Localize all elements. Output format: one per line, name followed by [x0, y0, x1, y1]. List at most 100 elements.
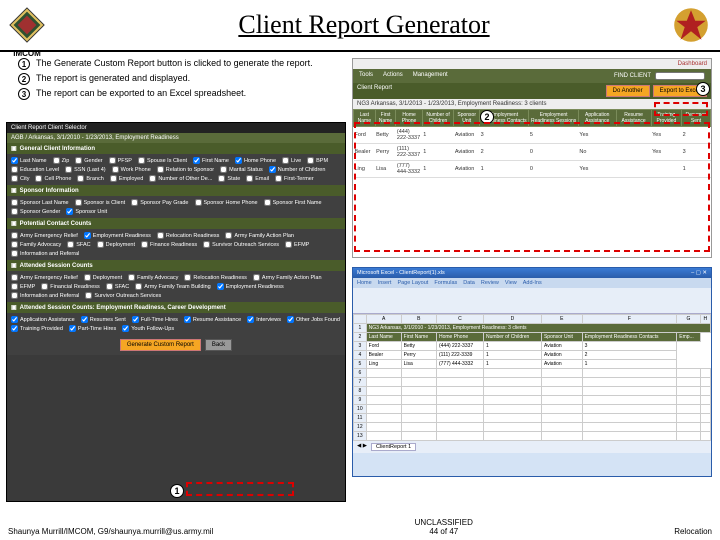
- excel-row[interactable]: 4BealerPerry(111) 222-33391Aviation2: [354, 351, 711, 360]
- checkbox-input[interactable]: [11, 325, 18, 332]
- checkbox-input[interactable]: [77, 175, 84, 182]
- checkbox-option[interactable]: Sponsor First Name: [264, 199, 322, 206]
- ribbon-tab[interactable]: Insert: [378, 280, 392, 286]
- checkbox-option[interactable]: Sponsor Unit: [66, 208, 107, 215]
- checkbox-option[interactable]: BPM: [307, 157, 328, 164]
- checkbox-option[interactable]: Zip: [53, 157, 70, 164]
- checkbox-option[interactable]: Relation to Sponsor: [157, 166, 214, 173]
- checkbox-input[interactable]: [53, 157, 60, 164]
- checkbox-option[interactable]: Family Advocacy: [128, 274, 178, 281]
- checkbox-input[interactable]: [184, 316, 191, 323]
- checkbox-input[interactable]: [11, 274, 18, 281]
- menu-management[interactable]: Management: [413, 72, 448, 80]
- checkbox-option[interactable]: Email: [246, 175, 269, 182]
- checkbox-option[interactable]: Live: [282, 157, 301, 164]
- excel-grid[interactable]: ABCDEFGH 1NG3 Arkansas, 3/1/2010 - 1/23/…: [353, 314, 711, 441]
- checkbox-input[interactable]: [81, 316, 88, 323]
- checkbox-input[interactable]: [11, 199, 18, 206]
- checkbox-input[interactable]: [11, 232, 18, 239]
- checkbox-input[interactable]: [84, 274, 91, 281]
- dashboard-link[interactable]: Dashboard: [678, 61, 707, 67]
- checkbox-option[interactable]: Youth Follow-Ups: [122, 325, 174, 332]
- checkbox-option[interactable]: Resumes Sent: [81, 316, 126, 323]
- checkbox-input[interactable]: [203, 241, 210, 248]
- checkbox-option[interactable]: Information and Referral: [11, 292, 79, 299]
- checkbox-input[interactable]: [135, 283, 142, 290]
- checkbox-option[interactable]: Sponsor Last Name: [11, 199, 69, 206]
- checkbox-input[interactable]: [132, 316, 139, 323]
- ribbon-tab[interactable]: View: [505, 280, 517, 286]
- section-potential-contact-counts[interactable]: ▣Potential Contact Counts: [7, 218, 345, 229]
- checkbox-input[interactable]: [138, 157, 145, 164]
- checkbox-input[interactable]: [97, 241, 104, 248]
- checkbox-option[interactable]: Interviews: [247, 316, 281, 323]
- checkbox-input[interactable]: [11, 208, 18, 215]
- checkbox-option[interactable]: First Name: [193, 157, 229, 164]
- checkbox-input[interactable]: [65, 166, 72, 173]
- checkbox-option[interactable]: Part-Time Hires: [69, 325, 116, 332]
- checkbox-option[interactable]: Sponsor Gender: [11, 208, 60, 215]
- checkbox-input[interactable]: [282, 157, 289, 164]
- checkbox-input[interactable]: [75, 157, 82, 164]
- menu-actions[interactable]: Actions: [383, 72, 403, 80]
- checkbox-input[interactable]: [285, 241, 292, 248]
- checkbox-option[interactable]: Financial Readiness: [41, 283, 100, 290]
- excel-row[interactable]: 5LingLisa(777) 444-33321Aviation1: [354, 360, 711, 369]
- checkbox-input[interactable]: [307, 157, 314, 164]
- section-employment-readiness-career[interactable]: ▣Attended Session Counts: Employment Rea…: [7, 302, 345, 313]
- checkbox-option[interactable]: Finance Readiness: [141, 241, 197, 248]
- checkbox-option[interactable]: Education Level: [11, 166, 59, 173]
- checkbox-option[interactable]: Training Provided: [11, 325, 63, 332]
- checkbox-input[interactable]: [128, 274, 135, 281]
- checkbox-input[interactable]: [149, 175, 156, 182]
- checkbox-option[interactable]: Other Jobs Found: [287, 316, 340, 323]
- checkbox-input[interactable]: [195, 199, 202, 206]
- back-button[interactable]: Back: [205, 339, 232, 351]
- section-general-client-info[interactable]: ▣General Client Information: [7, 143, 345, 154]
- window-controls[interactable]: – ▢ ✕: [691, 270, 707, 276]
- do-another-button[interactable]: Do Another: [606, 85, 650, 97]
- checkbox-input[interactable]: [264, 199, 271, 206]
- checkbox-option[interactable]: SFAC: [106, 283, 129, 290]
- checkbox-input[interactable]: [287, 316, 294, 323]
- checkbox-input[interactable]: [67, 241, 74, 248]
- checkbox-input[interactable]: [218, 175, 225, 182]
- checkbox-input[interactable]: [11, 175, 18, 182]
- checkbox-input[interactable]: [85, 292, 92, 299]
- checkbox-input[interactable]: [275, 175, 282, 182]
- checkbox-input[interactable]: [41, 283, 48, 290]
- checkbox-option[interactable]: Employment Readiness: [217, 283, 284, 290]
- checkbox-option[interactable]: Spouse Is Client: [138, 157, 187, 164]
- checkbox-option[interactable]: Resume Assistance: [184, 316, 241, 323]
- checkbox-option[interactable]: Number of Other De...: [149, 175, 212, 182]
- checkbox-input[interactable]: [66, 208, 73, 215]
- ribbon-tab[interactable]: Review: [481, 280, 499, 286]
- checkbox-option[interactable]: State: [218, 175, 240, 182]
- checkbox-input[interactable]: [269, 166, 276, 173]
- checkbox-option[interactable]: Relocation Readiness: [157, 232, 220, 239]
- checkbox-option[interactable]: EFMP: [285, 241, 309, 248]
- checkbox-option[interactable]: Last Name: [11, 157, 47, 164]
- checkbox-option[interactable]: Army Emergency Relief: [11, 232, 78, 239]
- checkbox-option[interactable]: Full-Time Hires: [132, 316, 178, 323]
- sheet-tab[interactable]: ClientReport 1: [371, 443, 416, 451]
- checkbox-input[interactable]: [11, 241, 18, 248]
- checkbox-option[interactable]: Sponsor is Client: [75, 199, 126, 206]
- checkbox-input[interactable]: [35, 175, 42, 182]
- checkbox-input[interactable]: [157, 166, 164, 173]
- menu-tools[interactable]: Tools: [359, 72, 373, 80]
- checkbox-input[interactable]: [184, 274, 191, 281]
- checkbox-input[interactable]: [11, 157, 18, 164]
- checkbox-input[interactable]: [11, 316, 18, 323]
- checkbox-input[interactable]: [217, 283, 224, 290]
- checkbox-option[interactable]: Gender: [75, 157, 102, 164]
- checkbox-option[interactable]: SSN (Last 4): [65, 166, 105, 173]
- ribbon-tab[interactable]: Home: [357, 280, 372, 286]
- checkbox-option[interactable]: Survivor Outreach Services: [85, 292, 161, 299]
- ribbon-tab[interactable]: Formulas: [434, 280, 457, 286]
- checkbox-option[interactable]: Employed: [110, 175, 143, 182]
- checkbox-option[interactable]: Relocation Readiness: [184, 274, 247, 281]
- checkbox-input[interactable]: [225, 232, 232, 239]
- checkbox-input[interactable]: [122, 325, 129, 332]
- checkbox-option[interactable]: SFAC: [67, 241, 90, 248]
